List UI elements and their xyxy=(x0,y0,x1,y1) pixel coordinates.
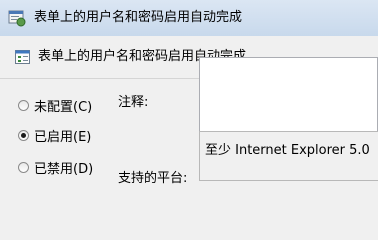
radio-label-not-configured: 未配置(C) xyxy=(34,99,93,115)
supported-platforms-box: 至少 Internet Explorer 5.0 xyxy=(199,131,378,181)
radio-circle[interactable] xyxy=(18,99,29,111)
policy-settings-icon xyxy=(8,10,26,27)
radio-not-configured[interactable]: 未配置(C) xyxy=(18,96,93,115)
policy-icon xyxy=(15,50,30,64)
radio-label-disabled: 已禁用(D) xyxy=(34,161,94,177)
window-title: 表单上的用户名和密码启用自动完成 xyxy=(34,10,243,25)
radio-disabled[interactable]: 已禁用(D) xyxy=(18,158,94,177)
radio-circle-checked[interactable] xyxy=(18,129,29,141)
supported-platforms-label: 支持的平台: xyxy=(118,171,188,186)
title-bar: 表单上的用户名和密码启用自动完成 xyxy=(0,0,378,36)
radio-label-enabled: 已启用(E) xyxy=(34,129,92,145)
radio-circle[interactable] xyxy=(18,161,29,173)
comment-label: 注释: xyxy=(118,95,149,110)
radio-enabled[interactable]: 已启用(E) xyxy=(18,126,92,145)
supported-platforms-value: 至少 Internet Explorer 5.0 xyxy=(205,143,370,158)
